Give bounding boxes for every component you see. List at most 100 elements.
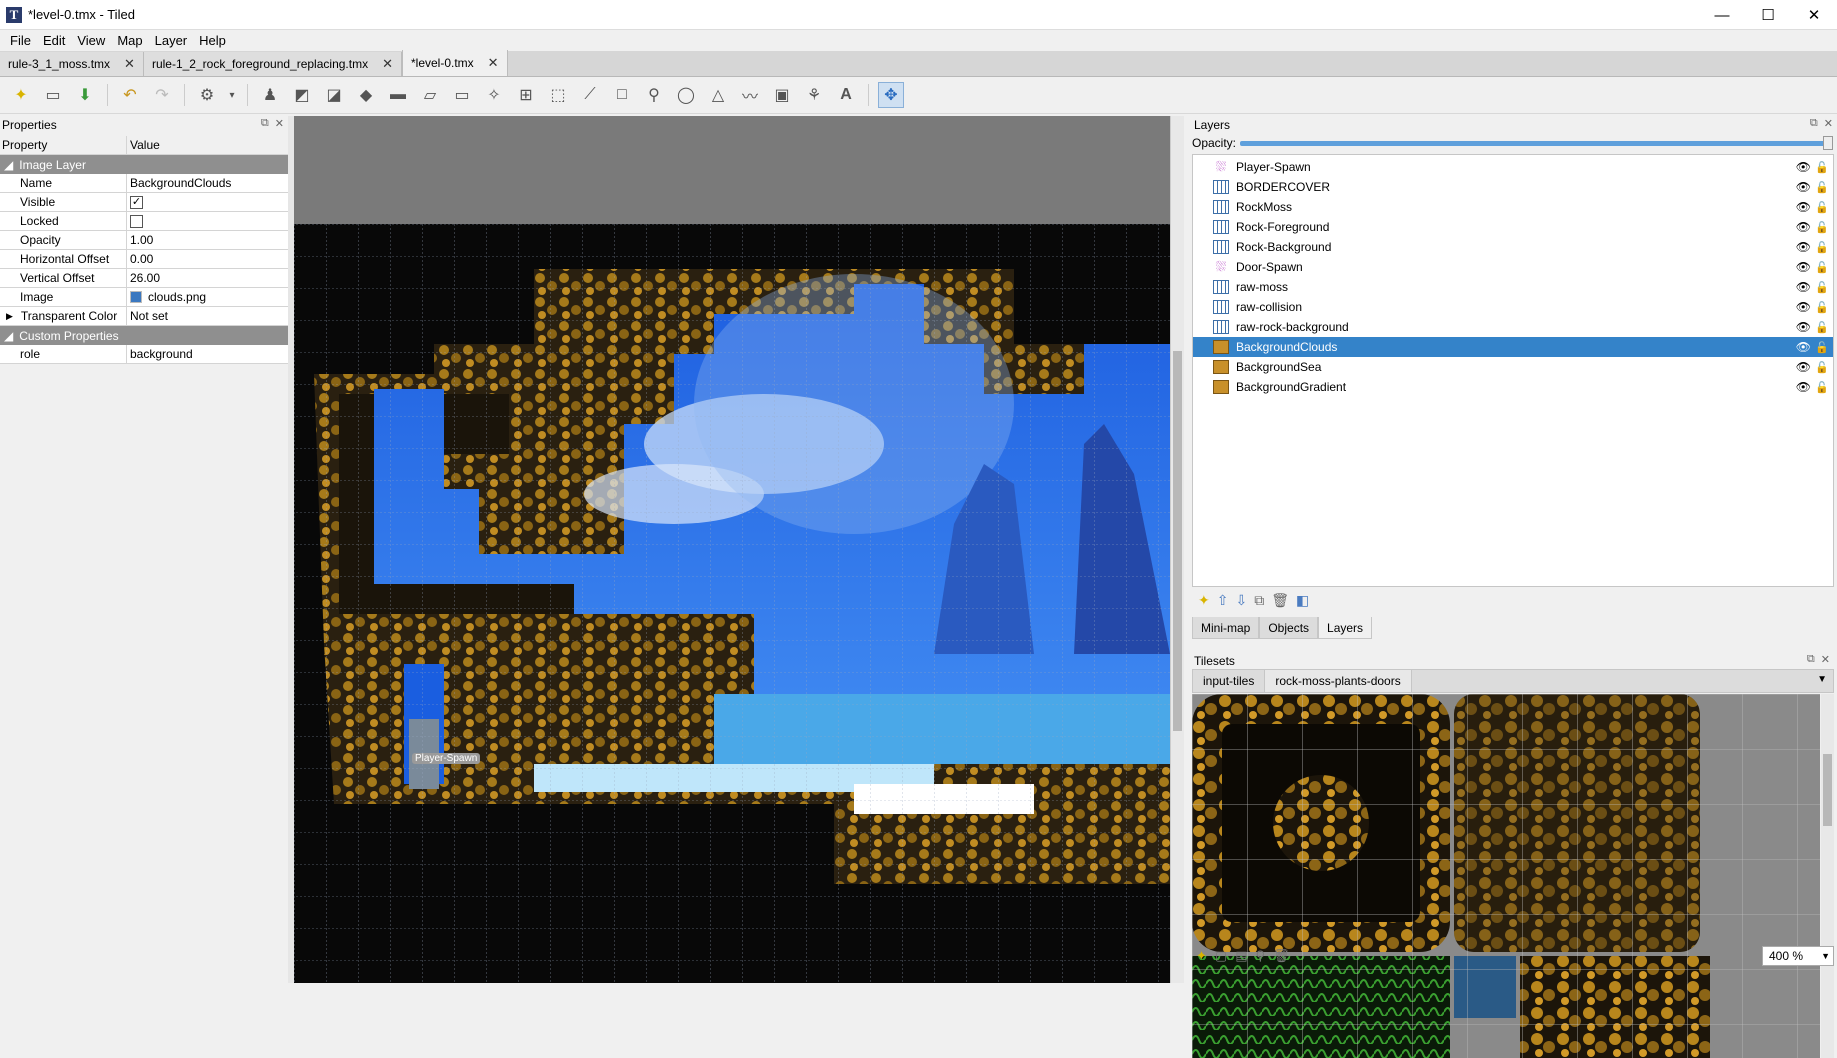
lock-icon[interactable]: 🔓 — [1815, 241, 1829, 254]
layer-name[interactable]: Door-Spawn — [1236, 260, 1303, 274]
undo-icon[interactable]: ↶ — [117, 82, 143, 108]
property-row-name[interactable]: Name BackgroundClouds — [0, 174, 288, 193]
minimize-button[interactable]: — — [1699, 0, 1745, 30]
raise-layer-icon[interactable]: ⇧ — [1217, 592, 1229, 609]
tab-layers[interactable]: Layers — [1318, 617, 1373, 639]
menu-edit[interactable]: Edit — [37, 33, 71, 48]
eye-icon[interactable]: 👁 — [1796, 240, 1811, 254]
object-select-icon[interactable]: ⬚ — [545, 82, 571, 108]
tab-level-0[interactable]: *level-0.tmx ✕ — [401, 50, 508, 76]
property-row-visible[interactable]: Visible ✓ — [0, 193, 288, 212]
float-panel-icon[interactable]: ⧉ — [1810, 117, 1818, 130]
show-hide-others-icon[interactable]: ◧ — [1296, 592, 1309, 609]
eye-icon[interactable]: 👁 — [1796, 160, 1811, 174]
layer-row[interactable]: Rock-Background 👁 🔓 — [1193, 237, 1833, 257]
layer-row[interactable]: ⛆ Player-Spawn 👁 🔓 — [1193, 157, 1833, 177]
insert-template-icon[interactable]: ⚘ — [801, 82, 827, 108]
layer-row[interactable]: ⛆ Door-Spawn 👁 🔓 — [1193, 257, 1833, 277]
insert-ellipse-icon[interactable]: ◯ — [673, 82, 699, 108]
layer-name[interactable]: BackgroundSea — [1236, 360, 1321, 374]
layer-name[interactable]: BackgroundGradient — [1236, 380, 1346, 394]
col-value[interactable]: Value — [127, 136, 288, 154]
zoom-select[interactable]: 400 % ▼ — [1762, 946, 1834, 966]
layer-name[interactable]: raw-moss — [1236, 280, 1288, 294]
layer-name[interactable]: Rock-Foreground — [1236, 220, 1329, 234]
rect-select-icon[interactable]: ▭ — [449, 82, 475, 108]
terrain-brush-icon[interactable]: ◩ — [289, 82, 315, 108]
lock-icon[interactable]: 🔓 — [1815, 221, 1829, 234]
layer-name[interactable]: raw-collision — [1236, 300, 1302, 314]
tab-rule-1-2-rock[interactable]: rule-1_2_rock_foreground_replacing.tmx ✕ — [143, 52, 402, 76]
shape-fill-icon[interactable]: ▬ — [385, 82, 411, 108]
group-custom-properties[interactable]: ◢ Custom Properties — [0, 326, 288, 345]
close-tab-icon[interactable]: ✕ — [488, 55, 499, 71]
property-row-locked[interactable]: Locked — [0, 212, 288, 231]
eye-icon[interactable]: 👁 — [1796, 300, 1811, 314]
scrollbar-thumb[interactable] — [1823, 754, 1832, 826]
close-panel-icon[interactable]: ✕ — [275, 117, 284, 130]
embed-tileset-icon[interactable]: ▢ — [1215, 948, 1227, 964]
bucket-fill-icon[interactable]: ◆ — [353, 82, 379, 108]
property-value[interactable]: background — [127, 345, 288, 363]
eye-icon[interactable]: 👁 — [1796, 280, 1811, 294]
edit-polygons-icon[interactable]: ⟋ — [577, 82, 603, 108]
delete-layer-icon[interactable]: 🗑 — [1271, 592, 1289, 609]
new-tileset-icon[interactable]: ✦ — [1196, 948, 1207, 964]
property-row-horizontal-offset[interactable]: Horizontal Offset 0.00 — [0, 250, 288, 269]
tab-mini-map[interactable]: Mini-map — [1192, 617, 1260, 639]
tab-objects[interactable]: Objects — [1259, 617, 1319, 639]
layer-row[interactable]: Rock-Foreground 👁 🔓 — [1193, 217, 1833, 237]
edit-tileset-icon[interactable]: ⚲ — [1256, 948, 1266, 964]
close-panel-icon[interactable]: ✕ — [1821, 653, 1830, 666]
menu-file[interactable]: File — [4, 33, 37, 48]
layer-row[interactable]: raw-collision 👁 🔓 — [1193, 297, 1833, 317]
layer-row[interactable]: raw-rock-background 👁 🔓 — [1193, 317, 1833, 337]
select-same-tile-icon[interactable]: ⊞ — [513, 82, 539, 108]
insert-polyline-icon[interactable]: 〰 — [737, 82, 763, 108]
close-panel-icon[interactable]: ✕ — [1824, 117, 1833, 130]
player-spawn-label[interactable]: Player-Spawn — [412, 753, 481, 764]
expand-arrow-icon[interactable]: ▶ — [6, 311, 13, 322]
col-property[interactable]: Property — [0, 136, 127, 154]
property-value[interactable]: 0.00 — [127, 250, 288, 268]
lower-layer-icon[interactable]: ⇩ — [1235, 592, 1247, 609]
menu-view[interactable]: View — [71, 33, 111, 48]
eraser-icon[interactable]: ▱ — [417, 82, 443, 108]
remove-tileset-icon[interactable]: 🗑 — [1273, 948, 1290, 964]
group-image-layer[interactable]: ◢ Image Layer — [0, 155, 288, 174]
opacity-slider[interactable] — [1240, 141, 1830, 146]
insert-rectangle-icon[interactable]: □ — [609, 82, 635, 108]
menu-layer[interactable]: Layer — [149, 33, 194, 48]
magic-wand-icon[interactable]: ✧ — [481, 82, 507, 108]
dropdown-arrow-icon[interactable]: ▾ — [226, 82, 238, 108]
save-file-icon[interactable]: ⬇ — [72, 82, 98, 108]
tab-rule-3-1-moss[interactable]: rule-3_1_moss.tmx ✕ — [0, 52, 144, 76]
tab-rock-moss-plants-doors[interactable]: rock-moss-plants-doors — [1265, 670, 1412, 692]
layer-name[interactable]: Rock-Background — [1236, 240, 1331, 254]
lock-icon[interactable]: 🔓 — [1815, 281, 1829, 294]
insert-text-icon[interactable]: A — [833, 82, 859, 108]
new-file-icon[interactable]: ✦ — [8, 82, 34, 108]
layer-name[interactable]: Player-Spawn — [1236, 160, 1311, 174]
insert-point-icon[interactable]: ⚲ — [641, 82, 667, 108]
eye-icon[interactable]: 👁 — [1796, 200, 1811, 214]
property-row-vertical-offset[interactable]: Vertical Offset 26.00 — [0, 269, 288, 288]
lock-icon[interactable]: 🔓 — [1815, 201, 1829, 214]
layer-name[interactable]: raw-rock-background — [1236, 320, 1349, 334]
lock-icon[interactable]: 🔓 — [1815, 301, 1829, 314]
lock-icon[interactable]: 🔓 — [1815, 321, 1829, 334]
eye-icon[interactable]: 👁 — [1796, 320, 1811, 334]
property-value[interactable]: clouds.png — [148, 290, 206, 304]
insert-polygon-icon[interactable]: △ — [705, 82, 731, 108]
duplicate-layer-icon[interactable]: ⧉ — [1254, 592, 1264, 609]
opacity-slider-handle[interactable] — [1823, 136, 1833, 150]
eye-icon[interactable]: 👁 — [1796, 380, 1811, 394]
lock-icon[interactable]: 🔓 — [1815, 381, 1829, 394]
scrollbar-thumb[interactable] — [1173, 351, 1182, 731]
close-button[interactable]: ✕ — [1791, 0, 1837, 30]
property-value[interactable]: Not set — [127, 307, 288, 325]
eye-icon[interactable]: 👁 — [1796, 340, 1811, 354]
menu-map[interactable]: Map — [111, 33, 148, 48]
commands-icon[interactable]: ⚙ — [194, 82, 220, 108]
property-row-opacity[interactable]: Opacity 1.00 — [0, 231, 288, 250]
